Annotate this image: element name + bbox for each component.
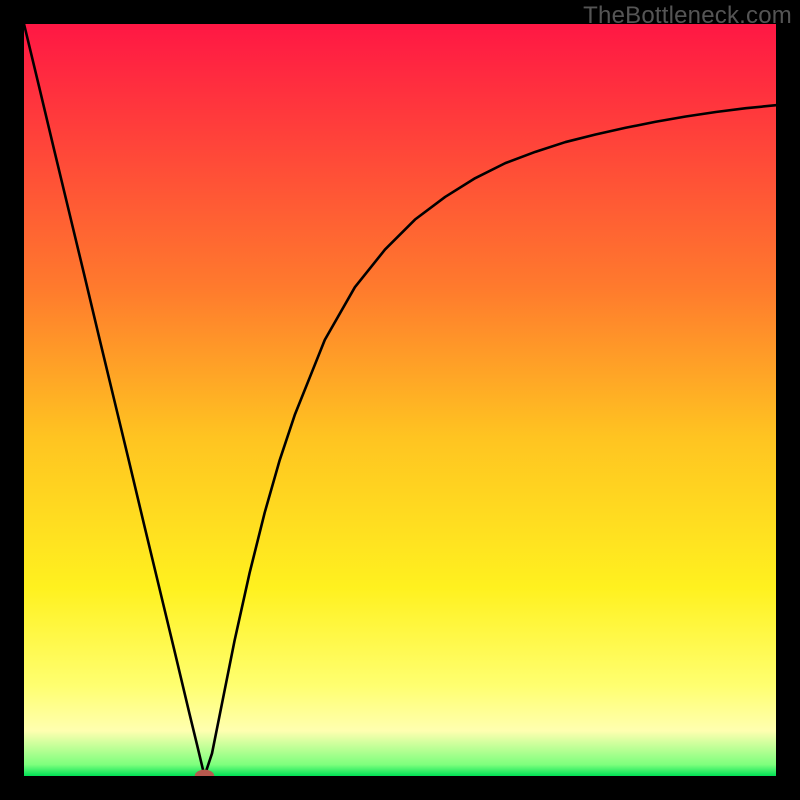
chart-svg — [24, 24, 776, 776]
chart-frame — [24, 24, 776, 776]
chart-background — [24, 24, 776, 776]
